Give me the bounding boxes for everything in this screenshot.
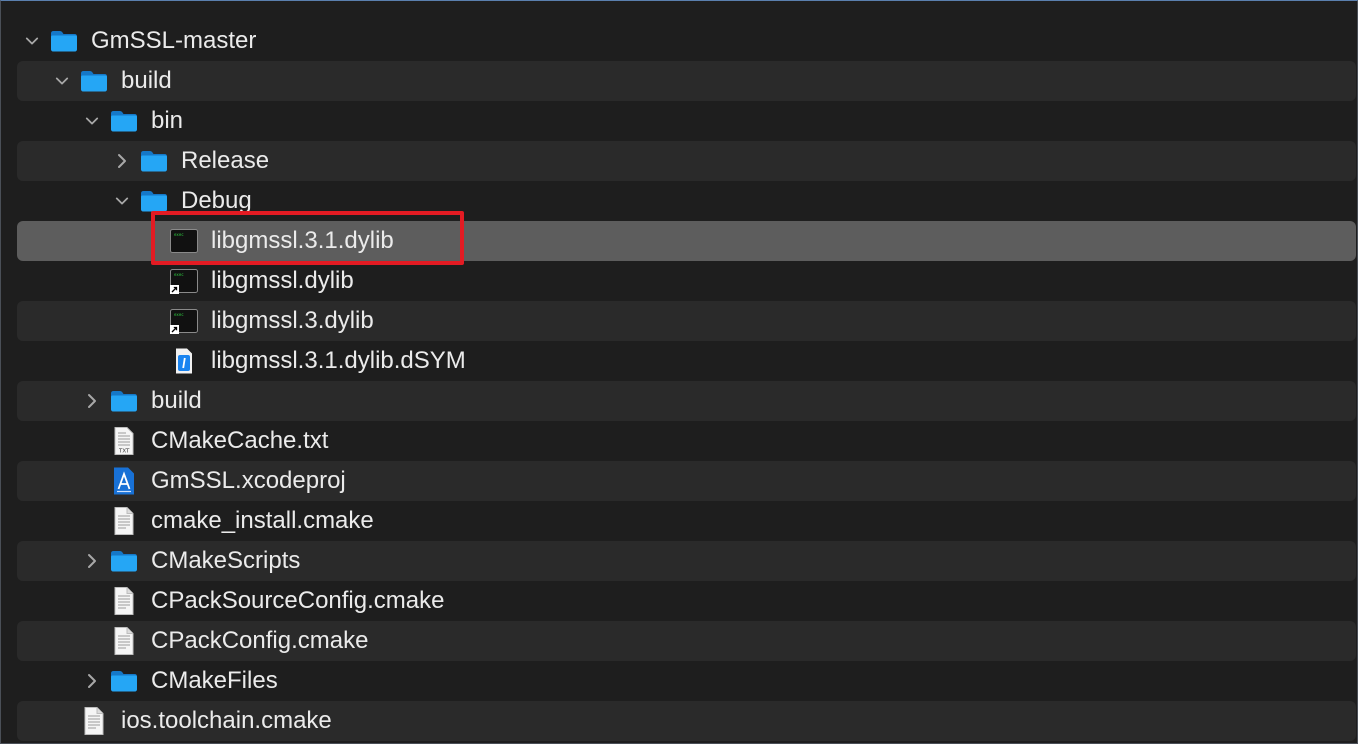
chevron-down-icon[interactable] bbox=[25, 34, 39, 48]
tree-row-label: cmake_install.cmake bbox=[151, 507, 374, 534]
folder-icon bbox=[110, 107, 138, 135]
tree-row-label: bin bbox=[151, 107, 184, 134]
executable-alias-icon: exec bbox=[170, 267, 198, 295]
tree-row-debug[interactable]: Debug bbox=[17, 181, 1356, 221]
xcodeproj-icon bbox=[110, 467, 138, 495]
tree-row-bin[interactable]: bin bbox=[17, 101, 1356, 141]
finder-window: GmSSL-master build bin Release Debug exe… bbox=[0, 0, 1358, 744]
tree-row-label: CMakeCache.txt bbox=[151, 427, 329, 454]
tree-row-cmakecache-txt[interactable]: TXT CMakeCache.txt bbox=[17, 421, 1356, 461]
tree-row-libgmssl-dylib[interactable]: exec libgmssl.dylib bbox=[17, 261, 1356, 301]
tree-row-label: Debug bbox=[181, 187, 252, 214]
chevron-down-icon[interactable] bbox=[115, 194, 129, 208]
tree-row-label: libgmssl.dylib bbox=[211, 267, 354, 294]
tree-row-cmake-install-cmake[interactable]: cmake_install.cmake bbox=[17, 501, 1356, 541]
tree-row-label: GmSSL.xcodeproj bbox=[151, 467, 346, 494]
folder-icon bbox=[110, 387, 138, 415]
tree-row-label: GmSSL-master bbox=[91, 27, 257, 54]
folder-icon bbox=[140, 187, 168, 215]
tree-row-label: build bbox=[121, 67, 172, 94]
tree-row-label: CMakeScripts bbox=[151, 547, 301, 574]
folder-icon bbox=[80, 67, 108, 95]
folder-icon bbox=[110, 547, 138, 575]
document-icon bbox=[80, 707, 108, 735]
tree-row-label: CPackSourceConfig.cmake bbox=[151, 587, 445, 614]
tree-row-gmssl-master[interactable]: GmSSL-master bbox=[17, 21, 1356, 61]
document-icon bbox=[110, 627, 138, 655]
chevron-down-icon[interactable] bbox=[55, 74, 69, 88]
svg-text:TXT: TXT bbox=[118, 449, 130, 455]
tree-row-label: libgmssl.3.dylib bbox=[211, 307, 374, 334]
tree-row-label: CPackConfig.cmake bbox=[151, 627, 369, 654]
folder-icon bbox=[50, 27, 78, 55]
chevron-right-icon[interactable] bbox=[85, 674, 99, 688]
tree-row-cmakefiles[interactable]: CMakeFiles bbox=[17, 661, 1356, 701]
tree-row-release[interactable]: Release bbox=[17, 141, 1356, 181]
document-icon bbox=[110, 507, 138, 535]
svg-text:exec: exec bbox=[174, 312, 184, 317]
executable-icon: exec bbox=[170, 227, 198, 255]
tree-row-build[interactable]: build bbox=[17, 61, 1356, 101]
chevron-down-icon[interactable] bbox=[85, 114, 99, 128]
txt-file-icon: TXT bbox=[110, 427, 138, 455]
file-tree: GmSSL-master build bin Release Debug exe… bbox=[17, 21, 1356, 741]
tree-row-libgmssl-3-1-dylib[interactable]: exec libgmssl.3.1.dylib bbox=[17, 221, 1356, 261]
tree-row-cmakescripts[interactable]: CMakeScripts bbox=[17, 541, 1356, 581]
tree-row-cpackconfig-cmake[interactable]: CPackConfig.cmake bbox=[17, 621, 1356, 661]
chevron-right-icon[interactable] bbox=[85, 394, 99, 408]
tree-row-label: build bbox=[151, 387, 202, 414]
document-icon bbox=[110, 587, 138, 615]
svg-text:exec: exec bbox=[174, 272, 184, 277]
svg-text:exec: exec bbox=[174, 232, 184, 237]
dsym-icon bbox=[170, 347, 198, 375]
chevron-right-icon[interactable] bbox=[115, 154, 129, 168]
tree-row-label: libgmssl.3.1.dylib bbox=[211, 227, 394, 254]
tree-row-cpacksourceconfig-cmake[interactable]: CPackSourceConfig.cmake bbox=[17, 581, 1356, 621]
tree-row-libgmssl-3-dylib[interactable]: exec libgmssl.3.dylib bbox=[17, 301, 1356, 341]
tree-row-label: CMakeFiles bbox=[151, 667, 278, 694]
tree-row-gmssl-xcodeproj[interactable]: GmSSL.xcodeproj bbox=[17, 461, 1356, 501]
chevron-right-icon[interactable] bbox=[85, 554, 99, 568]
folder-icon bbox=[140, 147, 168, 175]
folder-icon bbox=[110, 667, 138, 695]
tree-row-libgmssl-3-1-dylib-dsym[interactable]: libgmssl.3.1.dylib.dSYM bbox=[17, 341, 1356, 381]
tree-row-label: libgmssl.3.1.dylib.dSYM bbox=[211, 347, 466, 374]
tree-row-ios-toolchain-cmake[interactable]: ios.toolchain.cmake bbox=[17, 701, 1356, 741]
tree-row-label: ios.toolchain.cmake bbox=[121, 707, 332, 734]
executable-alias-icon: exec bbox=[170, 307, 198, 335]
tree-row-label: Release bbox=[181, 147, 270, 174]
tree-row-build[interactable]: build bbox=[17, 381, 1356, 421]
